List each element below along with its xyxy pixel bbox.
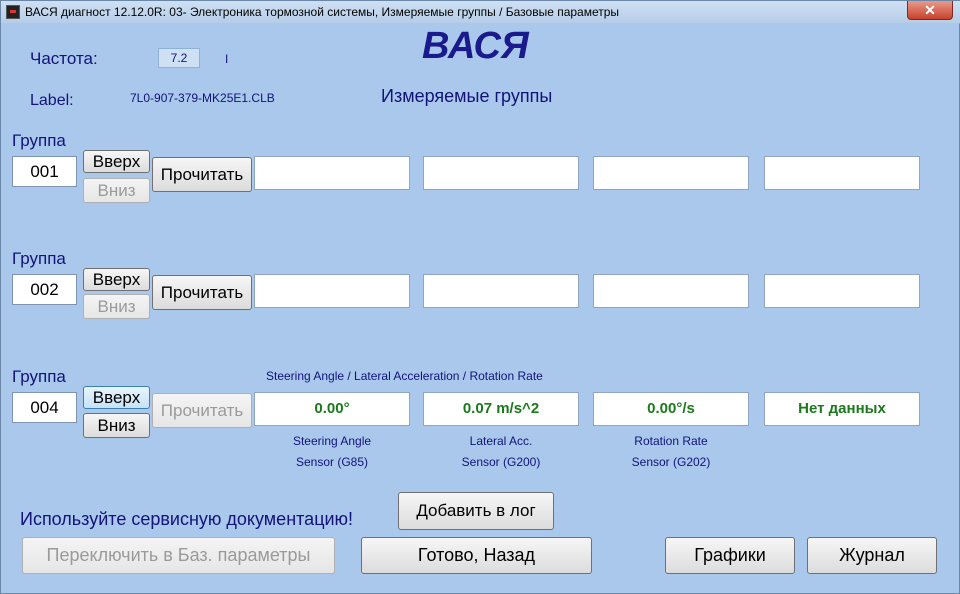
group-3-field-2: 0.07 m/s^2	[423, 392, 579, 426]
caption-line: Sensor (G85)	[295, 455, 369, 469]
group-2-down-button[interactable]: Вниз	[83, 294, 150, 319]
graphs-button[interactable]: Графики	[665, 537, 795, 574]
group-2-read-button[interactable]: Прочитать	[152, 275, 252, 310]
frequency-label: Частота:	[30, 49, 98, 68]
group-1-number[interactable]: 001	[12, 156, 77, 187]
add-to-log-button[interactable]: Добавить в лог	[398, 492, 554, 530]
caption-line: Sensor (G200)	[461, 455, 541, 469]
group-2-up-button[interactable]: Вверх	[83, 268, 150, 291]
service-doc-notice: Используйте сервисную документацию!	[20, 509, 354, 529]
group-3-heading: Steering Angle / Lateral Acceleration / …	[266, 369, 543, 383]
group-2-field-3	[593, 274, 749, 308]
group-1-down-button[interactable]: Вниз	[83, 178, 150, 203]
group-1-title: Группа	[12, 131, 66, 150]
group-3-title: Группа	[12, 367, 66, 386]
frequency-value: 7.2	[158, 48, 200, 68]
switch-basic-params-button[interactable]: Переключить в Баз. параметры	[22, 537, 335, 574]
frequency-indicator: I	[225, 52, 229, 66]
page-subtitle: Измеряемые группы	[381, 86, 553, 106]
group-3-number[interactable]: 004	[12, 392, 77, 423]
group-3-caption-3: Rotation Rate Sensor (G202)	[593, 431, 749, 473]
group-1-read-button[interactable]: Прочитать	[152, 157, 252, 192]
caption-line: Steering Angle	[292, 434, 372, 448]
close-button[interactable]: ✕	[907, 1, 953, 20]
close-icon: ✕	[924, 2, 936, 18]
group-2-field-4	[764, 274, 920, 308]
group-3-field-4: Нет данных	[764, 392, 920, 426]
done-back-button[interactable]: Готово, Назад	[361, 537, 592, 574]
caption-line: Lateral Acc.	[469, 434, 533, 448]
group-2-number[interactable]: 002	[12, 274, 77, 305]
app-title: ВАСЯ	[422, 25, 529, 67]
group-3-field-3: 0.00°/s	[593, 392, 749, 426]
group-2-title: Группа	[12, 249, 66, 268]
group-1-field-1	[254, 156, 410, 190]
window-title: ВАСЯ диагност 12.12.0R: 03- Электроника …	[25, 5, 620, 19]
journal-button[interactable]: Журнал	[807, 537, 937, 574]
group-3-down-button[interactable]: Вниз	[83, 413, 150, 438]
group-1-field-3	[593, 156, 749, 190]
title-bar[interactable]: ВАСЯ диагност 12.12.0R: 03- Электроника …	[1, 1, 960, 24]
main-panel: Частота: 7.2 I ВАСЯ Label: 7L0-907-379-M…	[1, 23, 959, 593]
group-3-up-button[interactable]: Вверх	[83, 386, 150, 409]
label-label: Label:	[30, 92, 74, 109]
group-2-field-1	[254, 274, 410, 308]
group-3-caption-1: Steering Angle Sensor (G85)	[254, 431, 410, 473]
group-1-up-button[interactable]: Вверх	[83, 150, 150, 173]
caption-line: Sensor (G202)	[631, 455, 711, 469]
label-value: 7L0-907-379-MK25E1.CLB	[130, 91, 275, 105]
group-1-field-2	[423, 156, 579, 190]
app-window: ВАСЯ диагност 12.12.0R: 03- Электроника …	[0, 0, 960, 594]
group-2-field-2	[423, 274, 579, 308]
group-3-caption-2: Lateral Acc. Sensor (G200)	[423, 431, 579, 473]
group-3-field-1: 0.00°	[254, 392, 410, 426]
group-3-read-button[interactable]: Прочитать	[152, 393, 252, 428]
caption-line: Rotation Rate	[634, 434, 708, 448]
app-icon	[6, 5, 20, 19]
group-1-field-4	[764, 156, 920, 190]
